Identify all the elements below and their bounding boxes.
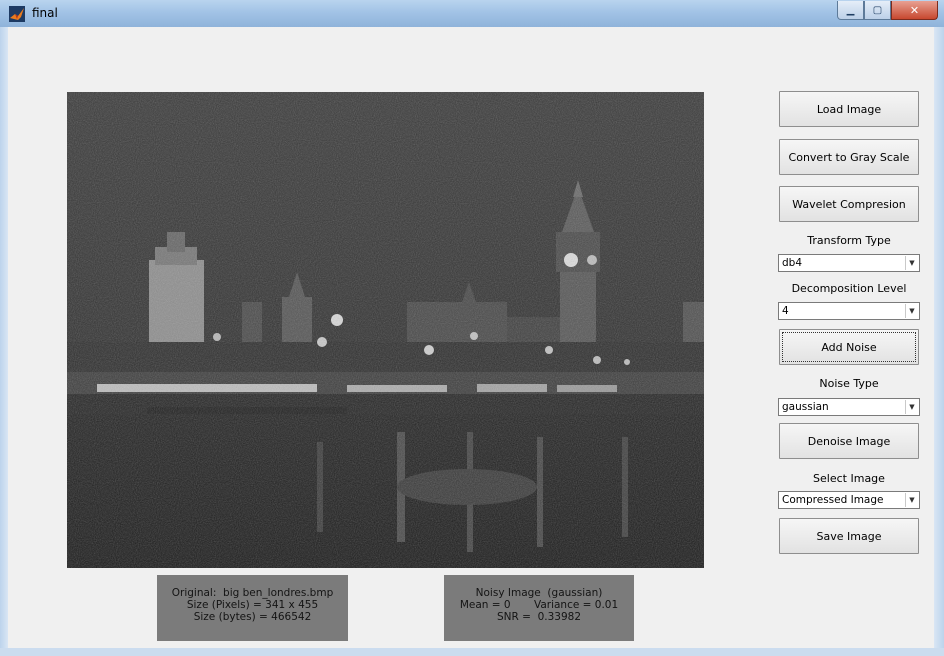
chevron-down-icon[interactable]: ▼ (905, 304, 918, 318)
select-image-select[interactable]: Compressed Image ▼ (778, 491, 920, 509)
maximize-icon: ▢ (872, 4, 883, 16)
noisy-snr: SNR = 0.33982 (496, 611, 582, 623)
transform-type-select[interactable]: db4 ▼ (778, 254, 920, 272)
close-icon: ✕ (909, 3, 920, 17)
noise-type-value: gaussian (782, 401, 829, 413)
denoise-image-button[interactable]: Denoise Image (779, 423, 919, 459)
matlab-figure-window: final ▁ ▢ ✕ Original: big ben_londres.bm… (0, 0, 944, 656)
minimize-icon: ▁ (846, 4, 855, 16)
convert-gray-scale-button[interactable]: Convert to Gray Scale (779, 139, 919, 175)
original-filename: Original: big ben_londres.bmp (171, 587, 334, 599)
close-button[interactable]: ✕ (891, 1, 938, 20)
add-noise-button[interactable]: Add Noise (779, 329, 919, 365)
original-image-info: Original: big ben_londres.bmp Size (Pixe… (157, 575, 348, 641)
decomposition-level-value: 4 (782, 305, 789, 317)
noisy-title: Noisy Image (gaussian) (475, 587, 603, 599)
image-display-axes (67, 92, 704, 568)
noise-type-select[interactable]: gaussian ▼ (778, 398, 920, 416)
noisy-stats: Mean = 0 Variance = 0.01 (459, 599, 619, 611)
decomposition-level-label: Decomposition Level (791, 282, 907, 295)
maximize-button[interactable]: ▢ (864, 1, 891, 20)
window-title: final (32, 6, 58, 20)
transform-type-label: Transform Type (807, 234, 891, 247)
noise-type-label: Noise Type (819, 377, 879, 390)
noisy-image-info: Noisy Image (gaussian) Mean = 0 Variance… (444, 575, 634, 641)
window-frame-bottom (0, 648, 944, 656)
original-pixel-size: Size (Pixels) = 341 x 455 (186, 599, 319, 611)
noisy-city-photo (67, 92, 704, 568)
save-image-button[interactable]: Save Image (779, 518, 919, 554)
window-frame-left (0, 27, 8, 656)
minimize-button[interactable]: ▁ (837, 1, 864, 20)
transform-type-value: db4 (782, 257, 803, 269)
matlab-logo-icon (9, 6, 25, 22)
chevron-down-icon[interactable]: ▼ (905, 493, 918, 507)
decomposition-level-select[interactable]: 4 ▼ (778, 302, 920, 320)
chevron-down-icon[interactable]: ▼ (905, 256, 918, 270)
original-byte-size: Size (bytes) = 466542 (193, 611, 312, 623)
title-bar[interactable]: final ▁ ▢ ✕ (0, 0, 944, 27)
select-image-label: Select Image (813, 472, 885, 485)
load-image-button[interactable]: Load Image (779, 91, 919, 127)
select-image-value: Compressed Image (782, 494, 884, 506)
window-controls: ▁ ▢ ✕ (837, 1, 938, 21)
chevron-down-icon[interactable]: ▼ (905, 400, 918, 414)
wavelet-compression-button[interactable]: Wavelet Compresion (779, 186, 919, 222)
window-frame-right (934, 27, 944, 656)
